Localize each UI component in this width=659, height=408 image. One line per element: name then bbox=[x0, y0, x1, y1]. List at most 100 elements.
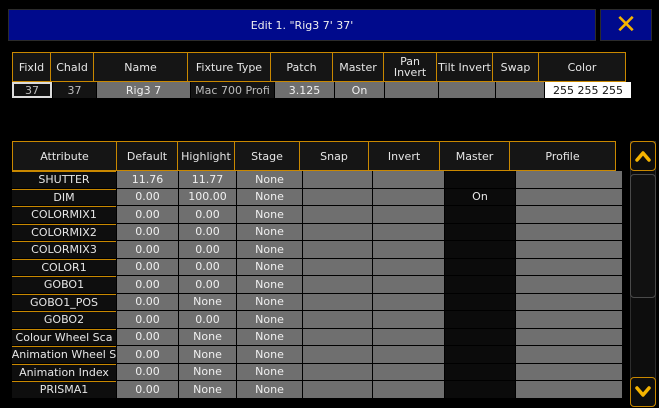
cell-stage[interactable]: None bbox=[237, 346, 302, 363]
scroll-thumb[interactable] bbox=[630, 174, 656, 298]
cell-stage[interactable]: None bbox=[237, 363, 302, 380]
cell-highlight[interactable]: None bbox=[179, 381, 236, 398]
cell-master[interactable] bbox=[445, 328, 515, 345]
cell-attribute[interactable]: COLORMIX1 bbox=[12, 206, 116, 223]
col-master[interactable]: Master bbox=[439, 141, 510, 171]
cell-snap[interactable] bbox=[303, 363, 372, 380]
cell-attribute[interactable]: COLORMIX3 bbox=[12, 241, 116, 258]
cell-master[interactable] bbox=[445, 258, 515, 275]
col-fixid[interactable]: FixId bbox=[12, 52, 51, 82]
cell-name[interactable]: Rig3 7 bbox=[97, 82, 190, 98]
cell-stage[interactable]: None bbox=[237, 241, 302, 258]
col-stage[interactable]: Stage bbox=[234, 141, 300, 171]
attribute-row[interactable]: SHUTTER 11.76 11.77 None bbox=[12, 171, 623, 189]
cell-fixid[interactable]: 37 bbox=[12, 82, 52, 98]
cell-attribute[interactable]: SHUTTER bbox=[12, 171, 116, 188]
cell-invert[interactable] bbox=[373, 171, 444, 188]
cell-invert[interactable] bbox=[373, 258, 444, 275]
cell-invert[interactable] bbox=[373, 188, 444, 205]
cell-snap[interactable] bbox=[303, 223, 372, 240]
cell-attribute[interactable]: GOBO1 bbox=[12, 276, 116, 293]
scroll-up-button[interactable] bbox=[630, 141, 656, 171]
cell-default[interactable]: 0.00 bbox=[117, 223, 178, 240]
cell-tilt-invert[interactable] bbox=[439, 82, 495, 98]
cell-default[interactable]: 0.00 bbox=[117, 276, 178, 293]
cell-master[interactable] bbox=[445, 276, 515, 293]
cell-master[interactable] bbox=[445, 363, 515, 380]
cell-snap[interactable] bbox=[303, 188, 372, 205]
close-button[interactable]: ✕ bbox=[600, 9, 652, 41]
cell-stage[interactable]: None bbox=[237, 328, 302, 345]
attribute-row[interactable]: Animation Wheel S 0.00 None None bbox=[12, 346, 623, 364]
attribute-row[interactable]: GOBO2 0.00 0.00 None bbox=[12, 311, 623, 329]
cell-master[interactable] bbox=[445, 293, 515, 310]
cell-invert[interactable] bbox=[373, 328, 444, 345]
cell-highlight[interactable]: 0.00 bbox=[179, 206, 236, 223]
cell-snap[interactable] bbox=[303, 206, 372, 223]
cell-profile[interactable] bbox=[516, 258, 622, 275]
cell-invert[interactable] bbox=[373, 363, 444, 380]
col-default[interactable]: Default bbox=[116, 141, 178, 171]
cell-swap[interactable] bbox=[496, 82, 544, 98]
cell-pan-invert[interactable] bbox=[385, 82, 438, 98]
cell-snap[interactable] bbox=[303, 346, 372, 363]
cell-snap[interactable] bbox=[303, 328, 372, 345]
cell-snap[interactable] bbox=[303, 311, 372, 328]
cell-snap[interactable] bbox=[303, 276, 372, 293]
cell-stage[interactable]: None bbox=[237, 311, 302, 328]
cell-default[interactable]: 0.00 bbox=[117, 381, 178, 398]
cell-highlight[interactable]: None bbox=[179, 363, 236, 380]
cell-stage[interactable]: None bbox=[237, 276, 302, 293]
cell-attribute[interactable]: PRISMA1 bbox=[12, 381, 116, 398]
cell-attribute[interactable]: GOBO2 bbox=[12, 311, 116, 328]
attribute-row[interactable]: COLORMIX3 0.00 0.00 None bbox=[12, 241, 623, 259]
fixture-row[interactable]: 37 37 Rig3 7 Mac 700 Profi 3.125 On 255 … bbox=[12, 82, 632, 98]
cell-snap[interactable] bbox=[303, 258, 372, 275]
col-name[interactable]: Name bbox=[93, 52, 188, 82]
cell-invert[interactable] bbox=[373, 241, 444, 258]
cell-snap[interactable] bbox=[303, 171, 372, 188]
cell-default[interactable]: 0.00 bbox=[117, 346, 178, 363]
cell-stage[interactable]: None bbox=[237, 258, 302, 275]
col-invert[interactable]: Invert bbox=[368, 141, 440, 171]
attribute-row[interactable]: COLOR1 0.00 0.00 None bbox=[12, 258, 623, 277]
cell-invert[interactable] bbox=[373, 346, 444, 363]
cell-highlight[interactable]: 0.00 bbox=[179, 223, 236, 240]
cell-snap[interactable] bbox=[303, 241, 372, 258]
cell-master[interactable]: On bbox=[445, 188, 515, 205]
cell-profile[interactable] bbox=[516, 293, 622, 310]
col-master[interactable]: Master bbox=[332, 52, 384, 82]
cell-color[interactable]: 255 255 255 bbox=[545, 82, 631, 98]
cell-attribute[interactable]: Colour Wheel Sca bbox=[12, 328, 116, 345]
cell-attribute[interactable]: COLORMIX2 bbox=[12, 223, 116, 240]
cell-stage[interactable]: None bbox=[237, 171, 302, 188]
cell-profile[interactable] bbox=[516, 276, 622, 293]
col-swap[interactable]: Swap bbox=[492, 52, 539, 82]
cell-default[interactable]: 0.00 bbox=[117, 258, 178, 275]
cell-invert[interactable] bbox=[373, 311, 444, 328]
attribute-row[interactable]: PRISMA1 0.00 None None bbox=[12, 381, 623, 399]
col-chaid[interactable]: ChaId bbox=[50, 52, 94, 82]
cell-default[interactable]: 11.76 bbox=[117, 171, 178, 188]
cell-patch[interactable]: 3.125 bbox=[275, 82, 334, 98]
col-color[interactable]: Color bbox=[538, 52, 626, 82]
cell-highlight[interactable]: 0.00 bbox=[179, 276, 236, 293]
cell-highlight[interactable]: None bbox=[179, 293, 236, 310]
cell-master[interactable] bbox=[445, 346, 515, 363]
cell-master[interactable]: On bbox=[335, 82, 384, 98]
cell-invert[interactable] bbox=[373, 276, 444, 293]
cell-default[interactable]: 0.00 bbox=[117, 363, 178, 380]
cell-attribute[interactable]: COLOR1 bbox=[12, 258, 116, 275]
cell-profile[interactable] bbox=[516, 188, 622, 205]
cell-attribute[interactable]: GOBO1_POS bbox=[12, 293, 116, 310]
cell-highlight[interactable]: 100.00 bbox=[179, 188, 236, 205]
cell-stage[interactable]: None bbox=[237, 206, 302, 223]
cell-snap[interactable] bbox=[303, 293, 372, 310]
cell-highlight[interactable]: None bbox=[179, 346, 236, 363]
attribute-row[interactable]: DIM 0.00 100.00 None On bbox=[12, 188, 623, 207]
attribute-row[interactable]: COLORMIX1 0.00 0.00 None bbox=[12, 206, 623, 224]
attribute-row[interactable]: GOBO1_POS 0.00 None None bbox=[12, 293, 623, 312]
attribute-row[interactable]: Colour Wheel Sca 0.00 None None bbox=[12, 328, 623, 347]
cell-profile[interactable] bbox=[516, 171, 622, 188]
cell-snap[interactable] bbox=[303, 381, 372, 398]
